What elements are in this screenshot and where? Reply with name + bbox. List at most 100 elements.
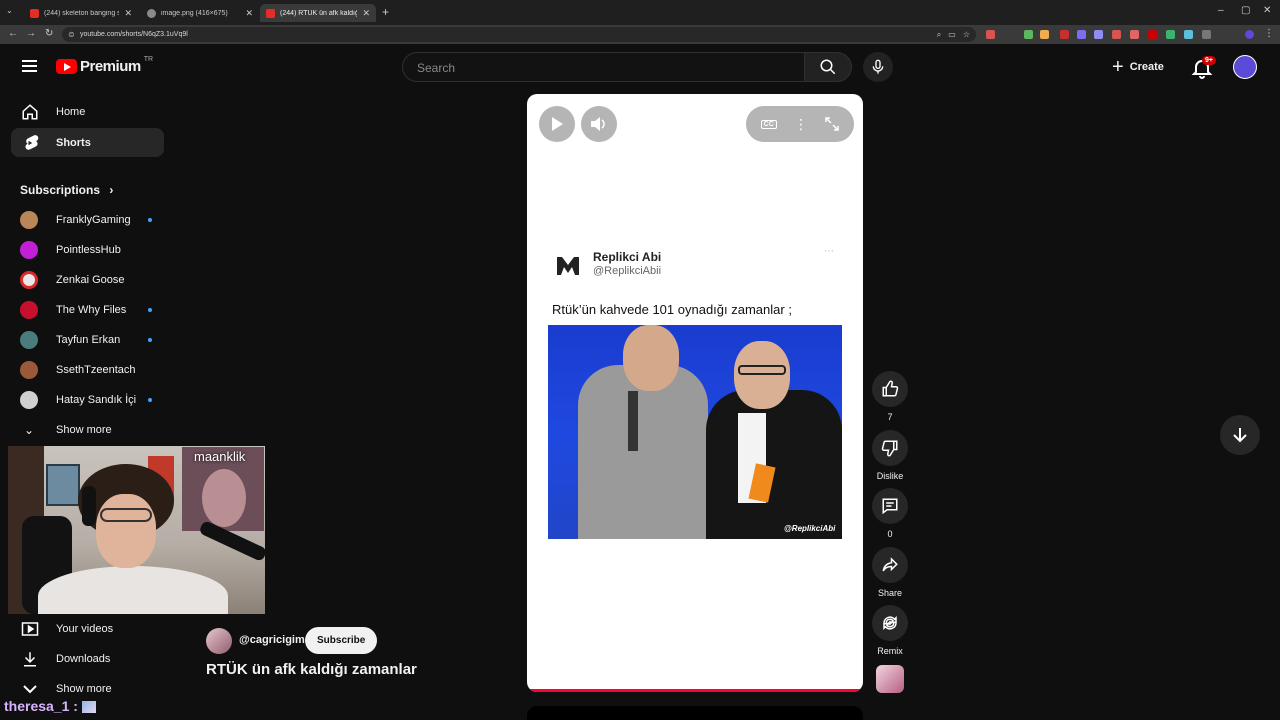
extension-icon[interactable]: [1077, 30, 1086, 39]
browser-tab[interactable]: (244) skeleton banging shield ✕: [24, 4, 138, 22]
sidebar-show-more[interactable]: ⌄ Show more: [11, 416, 164, 444]
comment-icon: [882, 498, 898, 515]
extension-icon[interactable]: [1094, 30, 1103, 39]
channel-name[interactable]: @cagricigim: [239, 634, 305, 646]
minimize-icon[interactable]: –: [1218, 5, 1224, 16]
create-label: Create: [1129, 61, 1164, 73]
zoom-icon[interactable]: ⌕: [937, 27, 941, 42]
bookmark-star-icon[interactable]: ☆: [963, 27, 970, 42]
close-tab-icon[interactable]: ✕: [124, 8, 132, 19]
subscription-name: PointlessHub: [56, 244, 121, 256]
sidebar-item-shorts[interactable]: Shorts: [11, 128, 164, 157]
inset-label: maanklik: [194, 449, 246, 464]
sidebar-subscription[interactable]: FranklyGaming: [11, 206, 164, 234]
browser-tab-active[interactable]: (244) RTÜK ün afk kaldığı zaman ✕: [260, 4, 376, 22]
browser-menu-icon[interactable]: ⋮: [1264, 28, 1274, 39]
extension-icon[interactable]: [1166, 30, 1175, 39]
share-button[interactable]: [872, 547, 908, 583]
remix-button[interactable]: [872, 605, 908, 641]
comments-action[interactable]: 0: [872, 488, 908, 539]
reload-icon[interactable]: ↻: [45, 28, 53, 39]
sidebar-subscription[interactable]: Hatay Sandık İçi: [11, 386, 164, 414]
tab-title: (244) RTÜK ün afk kaldığı zaman: [280, 9, 358, 17]
extension-icon[interactable]: [1112, 30, 1121, 39]
sidebar-subscription[interactable]: PointlessHub: [11, 236, 164, 264]
player-controls: CC ⋮: [746, 106, 854, 142]
back-icon[interactable]: ←: [8, 28, 18, 39]
thumbs-down-icon: [881, 440, 898, 457]
channel-avatar: [20, 271, 38, 289]
maximize-icon[interactable]: ▢: [1241, 5, 1250, 16]
like-count: 7: [887, 412, 893, 422]
subscribe-button[interactable]: Subscribe: [305, 627, 378, 654]
extension-icon[interactable]: [1184, 30, 1193, 39]
share-action[interactable]: Share: [872, 547, 908, 598]
browser-toolbar: ← → ↻ ⊜ youtube.com/shorts/N6qZ3.1uVq9l …: [0, 25, 1280, 44]
search-button[interactable]: [804, 52, 852, 82]
extension-icon[interactable]: [1040, 30, 1049, 39]
shorts-icon: [20, 133, 40, 153]
progress-bar[interactable]: [527, 689, 863, 692]
search-input[interactable]: [415, 60, 799, 76]
fullscreen-icon[interactable]: [825, 117, 840, 131]
next-short-button[interactable]: [1220, 415, 1260, 455]
sidebar-subscription[interactable]: Tayfun Erkan: [11, 326, 164, 354]
tweet-text: Rtük’ün kahvede 101 oynadığı zamanlar ;: [552, 302, 792, 317]
cast-icon[interactable]: ▭: [948, 27, 956, 42]
close-tab-icon[interactable]: ✕: [362, 8, 370, 19]
address-bar[interactable]: ⊜ youtube.com/shorts/N6qZ3.1uVq9l ⌕ ▭ ☆: [62, 27, 976, 42]
subscription-name: FranklyGaming: [56, 214, 131, 226]
profile-icon[interactable]: [1245, 30, 1254, 39]
wall-poster: [46, 464, 80, 506]
notification-badge: 9+: [1202, 56, 1216, 65]
play-button[interactable]: [539, 106, 575, 142]
account-avatar[interactable]: [1233, 55, 1257, 79]
volume-button[interactable]: [581, 106, 617, 142]
stream-chat-message: theresa_1 :: [4, 698, 96, 714]
close-tab-icon[interactable]: ✕: [245, 8, 253, 19]
dislike-action[interactable]: Dislike: [872, 430, 908, 481]
sidebar-subscription[interactable]: The Why Files: [11, 296, 164, 324]
extensions-puzzle-icon[interactable]: [1202, 30, 1211, 39]
like-button[interactable]: [872, 371, 908, 407]
extension-icon[interactable]: [986, 30, 995, 39]
sidebar-item-home[interactable]: Home: [11, 97, 164, 126]
create-button[interactable]: + Create: [1112, 55, 1164, 79]
more-options-icon[interactable]: ⋮: [794, 116, 808, 133]
voice-search-button[interactable]: [863, 52, 893, 82]
chat-separator: :: [73, 698, 78, 714]
new-tab-icon[interactable]: +: [382, 5, 389, 19]
search-box[interactable]: [402, 52, 805, 82]
subscription-name: SsethTzeentach: [56, 364, 136, 376]
browser-tab[interactable]: image.png (416×675) ✕: [141, 4, 259, 22]
new-content-dot: [148, 308, 152, 312]
extension-icon[interactable]: [1024, 30, 1033, 39]
extension-icon[interactable]: [1130, 30, 1139, 39]
youtube-logo[interactable]: Premium TR: [56, 56, 154, 75]
comments-button[interactable]: [872, 488, 908, 524]
extension-icon[interactable]: [1148, 30, 1157, 39]
forward-icon[interactable]: →: [26, 28, 36, 39]
chevron-right-icon: ›: [109, 183, 114, 197]
dislike-button[interactable]: [872, 430, 908, 466]
menu-icon[interactable]: [22, 60, 37, 72]
captions-icon[interactable]: CC: [760, 119, 777, 129]
channel-avatar[interactable]: [206, 628, 232, 654]
shorts-player[interactable]: CC ⋮ Replikci Abi @ReplikciAbii ⋯ Rtük’ü…: [527, 94, 863, 692]
tab-search-icon[interactable]: ⌄: [6, 6, 13, 15]
site-info-icon[interactable]: ⊜: [68, 27, 75, 42]
glasses: [100, 508, 152, 522]
subscriptions-header[interactable]: Subscriptions ›: [20, 183, 113, 197]
close-window-icon[interactable]: ✕: [1263, 5, 1271, 16]
tweet-more-icon: ⋯: [824, 246, 834, 257]
sidebar-subscription[interactable]: Zenkai Goose: [11, 266, 164, 294]
sidebar-subscription[interactable]: SsethTzeentach: [11, 356, 164, 384]
remix-action[interactable]: Remix: [872, 605, 908, 656]
sidebar-item-your-videos[interactable]: Your videos: [11, 614, 164, 643]
image-favicon-icon: [147, 8, 156, 18]
extension-icon[interactable]: [1060, 30, 1069, 39]
like-action[interactable]: 7: [872, 371, 908, 422]
sidebar-item-downloads[interactable]: Downloads: [11, 644, 164, 673]
sound-thumbnail[interactable]: [876, 665, 904, 693]
region-code: TR: [143, 56, 154, 63]
